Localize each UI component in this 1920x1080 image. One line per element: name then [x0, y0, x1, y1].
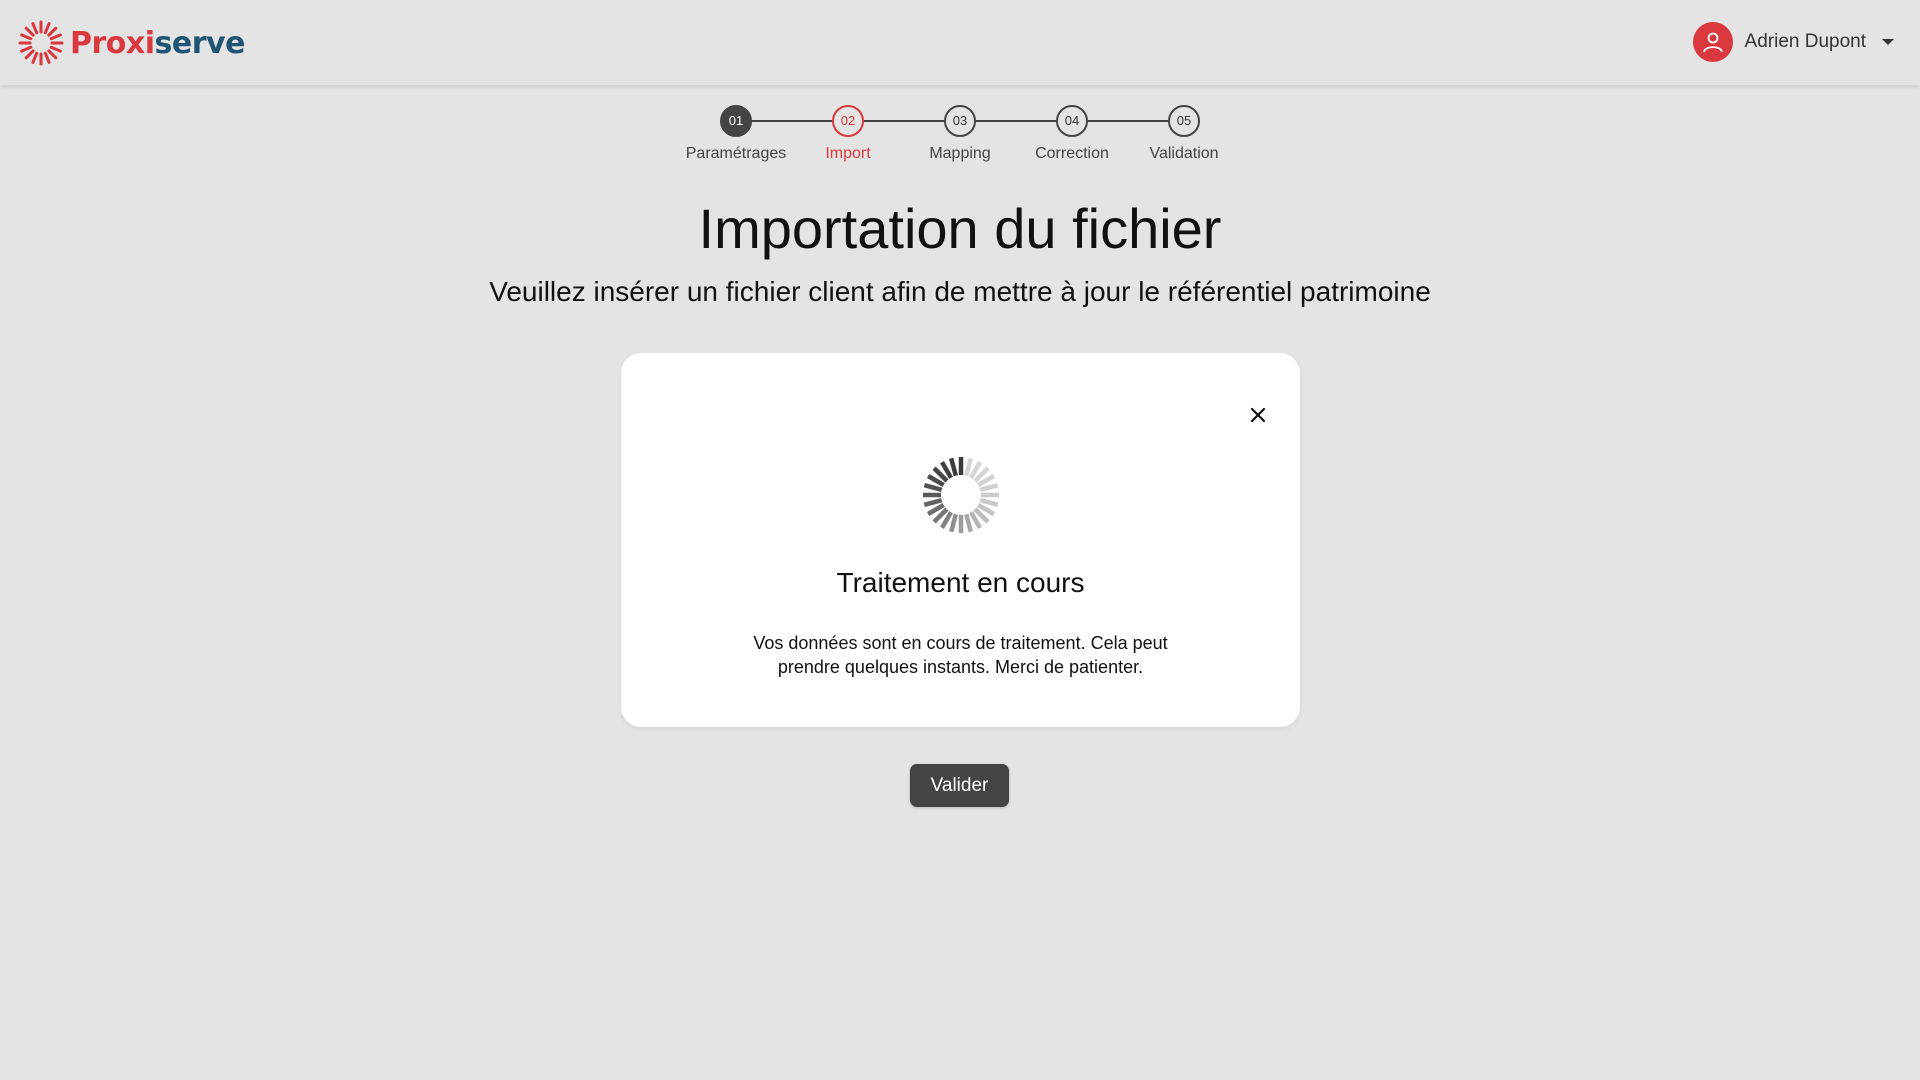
step-validation[interactable]: 05 Validation [1124, 105, 1244, 163]
proxiserve-logo[interactable]: Proxiserve [18, 19, 245, 67]
step-correction[interactable]: 04 Correction [1012, 105, 1132, 163]
step-label: Import [825, 145, 871, 162]
step-parametrages[interactable]: 01 Paramétrages [676, 105, 796, 163]
top-bar: Proxiserve Adrien Dupont [0, 0, 1920, 85]
step-import[interactable]: 02 Import [788, 105, 908, 163]
user-menu[interactable]: Adrien Dupont [1692, 22, 1894, 62]
step-label: Paramétrages [685, 145, 787, 162]
step-number: 03 [944, 105, 976, 137]
loading-spinner-icon [923, 457, 999, 533]
page-title: Importation du fichier [698, 197, 1222, 260]
processing-card: Traitement en cours Vos données sont en … [621, 353, 1300, 727]
processing-title: Traitement en cours [836, 567, 1085, 598]
user-name[interactable]: Adrien Dupont [1745, 31, 1866, 53]
import-stepper: 01 Paramétrages 02 Import 03 Mapping 04 … [0, 105, 1920, 175]
processing-message: Vos données sont en cours de traitement.… [753, 633, 1168, 677]
step-label: Mapping [929, 145, 991, 162]
step-number: 05 [1168, 105, 1200, 137]
step-number: 02 [832, 105, 864, 137]
step-mapping[interactable]: 03 Mapping [900, 105, 1020, 163]
step-number: 01 [720, 105, 752, 137]
logo-sunburst-icon [18, 20, 64, 66]
chevron-down-icon[interactable] [1882, 39, 1894, 45]
step-label: Validation [1149, 145, 1219, 162]
close-icon[interactable] [1246, 403, 1270, 427]
logo-text-proxi: Proxi [70, 25, 155, 61]
logo-text-serve: serve [154, 25, 246, 61]
page-subtitle: Veuillez insérer un fichier client afin … [489, 276, 1431, 307]
user-icon[interactable] [1692, 22, 1733, 62]
valider-button[interactable]: Valider [910, 764, 1009, 807]
step-number: 04 [1056, 105, 1088, 137]
logo-text: Proxiserve [70, 26, 245, 61]
step-label: Correction [1035, 145, 1109, 162]
